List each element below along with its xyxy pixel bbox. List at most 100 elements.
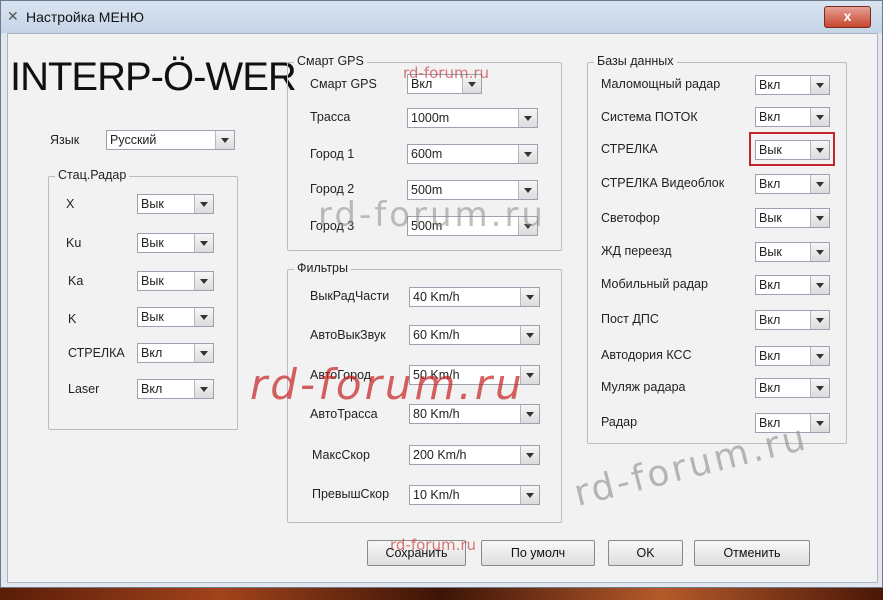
chevron-down-icon[interactable] <box>520 446 539 464</box>
db-select[interactable]: Вкл <box>755 75 830 95</box>
db-label: СТРЕЛКА <box>601 142 658 156</box>
radar-label: Laser <box>68 382 100 396</box>
chevron-down-icon[interactable] <box>810 414 829 432</box>
gps-select[interactable]: 500m <box>407 216 538 236</box>
chevron-down-icon[interactable] <box>518 145 537 163</box>
db-select[interactable]: Вкл <box>755 275 830 295</box>
filter-label: МаксСкор <box>312 448 370 462</box>
chevron-down-icon[interactable] <box>194 344 213 362</box>
db-select[interactable]: Вкл <box>755 346 830 366</box>
gps-select[interactable]: Вкл <box>407 74 482 94</box>
radar-select[interactable]: Вык <box>137 271 214 291</box>
filter-select[interactable]: 60 Km/h <box>409 325 540 345</box>
gps-label: Город 2 <box>310 182 355 196</box>
gps-value: Вкл <box>411 77 433 91</box>
db-select[interactable]: Вкл <box>755 378 830 398</box>
radar-value: Вык <box>141 236 164 250</box>
filter-select[interactable]: 200 Km/h <box>409 445 540 465</box>
filter-select[interactable]: 80 Km/h <box>409 404 540 424</box>
default-button[interactable]: По умолч <box>481 540 595 566</box>
filter-value: 80 Km/h <box>413 407 460 421</box>
db-value: Вкл <box>759 313 781 327</box>
db-value: Вкл <box>759 381 781 395</box>
db-select[interactable]: Вкл <box>755 107 830 127</box>
gps-value: 500m <box>411 219 443 233</box>
radar-value: Вык <box>141 274 164 288</box>
db-label: Светофор <box>601 211 660 225</box>
radar-select[interactable]: Вык <box>137 194 214 214</box>
chevron-down-icon[interactable] <box>518 109 537 127</box>
gps-value: 600m <box>411 147 443 161</box>
gps-select[interactable]: 600m <box>407 144 538 164</box>
db-value: Вык <box>759 245 782 259</box>
db-select[interactable]: Вкл <box>755 413 830 433</box>
filter-value: 50 Km/h <box>413 368 460 382</box>
radar-select[interactable]: Вкл <box>137 379 214 399</box>
gps-label: Город 3 <box>310 219 355 233</box>
chevron-down-icon[interactable] <box>194 234 213 252</box>
db-value: Вкл <box>759 349 781 363</box>
chevron-down-icon[interactable] <box>194 308 213 326</box>
radar-select[interactable]: Вкл <box>137 343 214 363</box>
gps-select[interactable]: 500m <box>407 180 538 200</box>
chevron-down-icon[interactable] <box>810 76 829 94</box>
db-select[interactable]: Вкл <box>755 310 830 330</box>
db-label: Пост ДПС <box>601 312 659 326</box>
chevron-down-icon[interactable] <box>194 272 213 290</box>
chevron-down-icon[interactable] <box>810 209 829 227</box>
filter-label: АвтоГород <box>310 368 372 382</box>
chevron-down-icon[interactable] <box>810 347 829 365</box>
language-value: Русский <box>110 133 157 147</box>
filter-select[interactable]: 40 Km/h <box>409 287 540 307</box>
save-button[interactable]: Сохранить <box>367 540 466 566</box>
gps-select[interactable]: 1000m <box>407 108 538 128</box>
chevron-down-icon[interactable] <box>520 486 539 504</box>
chevron-down-icon[interactable] <box>810 243 829 261</box>
chevron-down-icon[interactable] <box>215 131 234 149</box>
db-value: Вкл <box>759 416 781 430</box>
radar-value: Вык <box>141 197 164 211</box>
chevron-down-icon[interactable] <box>810 108 829 126</box>
radar-label: X <box>66 197 75 211</box>
filter-select[interactable]: 10 Km/h <box>409 485 540 505</box>
radar-select[interactable]: Вык <box>137 233 214 253</box>
db-select[interactable]: Вкл <box>755 174 830 194</box>
db-label: Система ПОТОК <box>601 110 698 124</box>
chevron-down-icon[interactable] <box>810 276 829 294</box>
window-title: Настройка МЕНЮ <box>26 9 145 25</box>
chevron-down-icon[interactable] <box>518 181 537 199</box>
gps-label: Трасса <box>310 110 351 124</box>
chevron-down-icon[interactable] <box>520 405 539 423</box>
db-select[interactable]: Вык <box>755 208 830 228</box>
radar-select[interactable]: Вык <box>137 307 214 327</box>
chevron-down-icon[interactable] <box>462 75 481 93</box>
radar-label: СТРЕЛКА <box>68 346 125 360</box>
radar-label: Ka <box>68 274 84 288</box>
filter-label: ВыкРадЧасти <box>310 289 390 303</box>
radar-label: K <box>68 312 77 326</box>
db-label: Маломощный радар <box>601 77 721 91</box>
db-value: Вкл <box>759 177 781 191</box>
gps-label: Город 1 <box>310 147 355 161</box>
chevron-down-icon[interactable] <box>520 288 539 306</box>
filter-value: 60 Km/h <box>413 328 460 342</box>
filter-value: 10 Km/h <box>413 488 460 502</box>
title-bar: ✕ Настройка МЕНЮ x <box>1 1 882 33</box>
radar-value: Вкл <box>141 346 163 360</box>
close-button[interactable]: x <box>824 6 871 28</box>
chevron-down-icon[interactable] <box>810 379 829 397</box>
chevron-down-icon[interactable] <box>194 195 213 213</box>
chevron-down-icon[interactable] <box>810 175 829 193</box>
ok-button[interactable]: OK <box>608 540 683 566</box>
language-select[interactable]: Русский <box>106 130 235 150</box>
radar-value: Вык <box>141 310 164 324</box>
chevron-down-icon[interactable] <box>520 326 539 344</box>
db-label: СТРЕЛКА Видеоблок <box>601 176 725 190</box>
db-select[interactable]: Вык <box>755 242 830 262</box>
chevron-down-icon[interactable] <box>520 366 539 384</box>
chevron-down-icon[interactable] <box>518 217 537 235</box>
cancel-button[interactable]: Отменить <box>694 540 810 566</box>
chevron-down-icon[interactable] <box>194 380 213 398</box>
filter-select[interactable]: 50 Km/h <box>409 365 540 385</box>
chevron-down-icon[interactable] <box>810 311 829 329</box>
